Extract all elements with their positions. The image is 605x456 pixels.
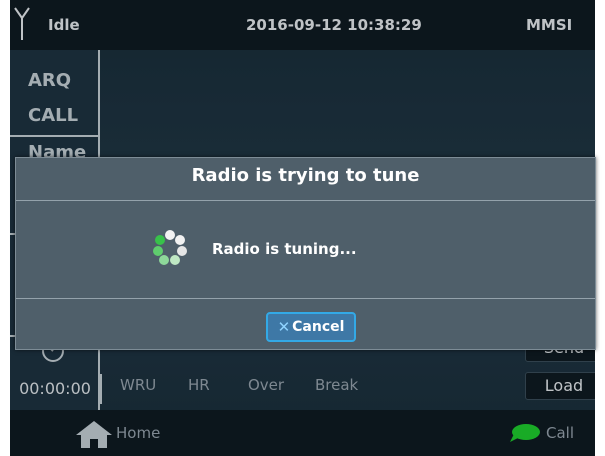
- tuning-dialog: Radio is trying to tune Radio is tuning.…: [15, 157, 596, 350]
- cancel-button[interactable]: ✕ Cancel: [266, 312, 356, 342]
- divider: [16, 200, 595, 201]
- close-icon: ✕: [277, 318, 291, 336]
- dialog-message: Radio is tuning...: [212, 240, 357, 258]
- cancel-label: Cancel: [292, 319, 345, 335]
- spinner-icon: [153, 230, 187, 265]
- dialog-title: Radio is trying to tune: [191, 165, 420, 186]
- divider: [16, 298, 595, 299]
